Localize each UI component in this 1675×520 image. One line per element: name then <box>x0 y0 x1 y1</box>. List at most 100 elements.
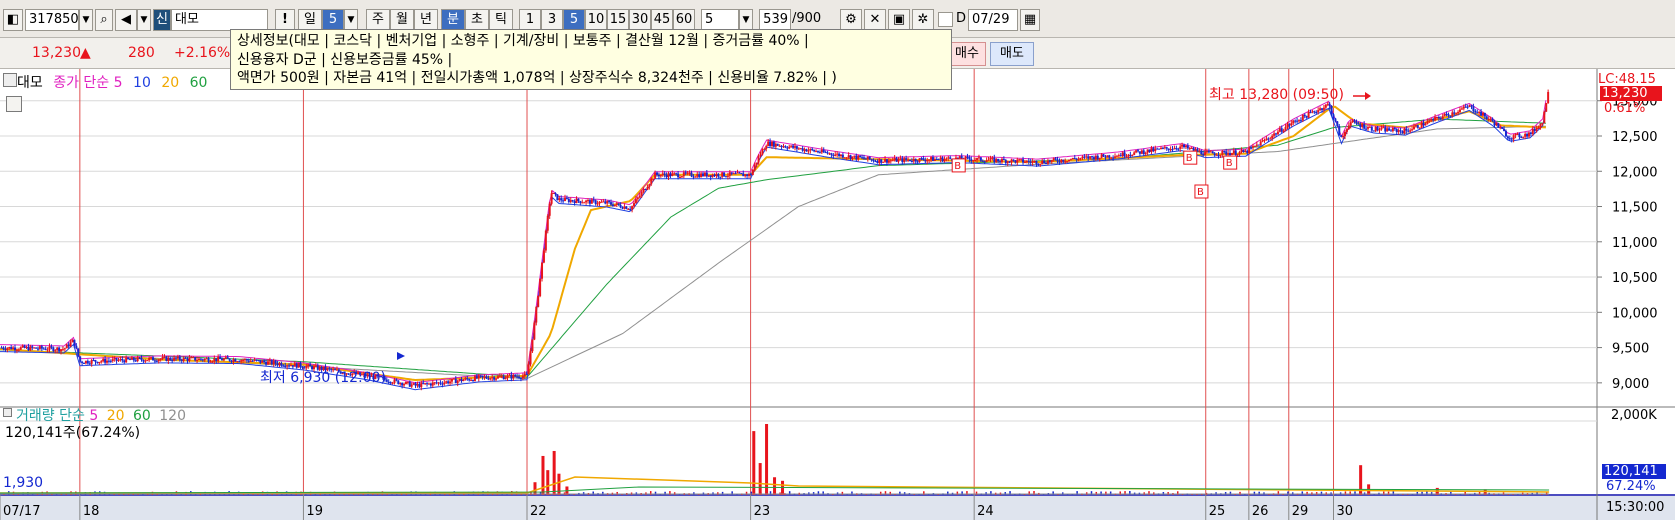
candle-body <box>573 201 576 204</box>
candle-body <box>1445 113 1448 115</box>
period-minute-button[interactable]: 분 <box>441 9 465 31</box>
candle-body <box>1060 159 1063 163</box>
info-alert-button[interactable]: ! <box>275 9 295 31</box>
volume-low-value: 1,930 <box>3 475 44 491</box>
candle-body <box>776 143 779 146</box>
candle-body <box>263 360 266 363</box>
candle-body <box>839 154 842 157</box>
candle-body <box>245 359 248 361</box>
candle-body <box>910 160 913 162</box>
candle-body <box>67 344 70 347</box>
minute-10-button[interactable]: 10 <box>585 9 607 31</box>
candle-body <box>746 174 749 176</box>
signal-label: B <box>1186 153 1193 164</box>
gear-icon[interactable]: ✲ <box>912 9 934 31</box>
candle-body <box>92 360 95 362</box>
candle-body <box>615 203 618 205</box>
stock-name-field[interactable]: 대모 <box>171 9 268 31</box>
candle-body <box>999 161 1002 163</box>
period-day-button[interactable]: 일 <box>298 9 322 31</box>
minute-30-button[interactable]: 30 <box>629 9 651 31</box>
candle-body <box>1527 132 1530 137</box>
candle-body <box>4 348 7 350</box>
candle-body <box>537 296 540 307</box>
count-input[interactable]: 539 <box>759 9 791 31</box>
candle-body <box>696 174 699 177</box>
candle-body <box>918 158 921 162</box>
candle-body <box>1457 111 1460 113</box>
tooltip-line-1: 상세정보(대모 | 코스닥 | 벤처기업 | 소형주 | 기계/장비 | 보통주… <box>237 33 809 49</box>
panel-menu-icon[interactable] <box>3 73 17 87</box>
save-icon[interactable]: ▣ <box>888 9 910 31</box>
period-second-button[interactable]: 초 <box>465 9 489 31</box>
candle-body <box>795 146 798 149</box>
period-day-count[interactable]: 5 <box>322 9 344 31</box>
candle-body <box>1004 159 1007 164</box>
date-checkbox[interactable] <box>938 12 953 27</box>
chart-type-icon[interactable]: ◧ <box>3 9 23 31</box>
candle-body <box>640 191 643 196</box>
interval-input[interactable]: 5 <box>701 9 739 31</box>
buy-button[interactable]: 매수 <box>948 42 986 66</box>
candle-body <box>441 383 444 385</box>
candle-body <box>680 176 683 178</box>
candle-body <box>587 200 590 202</box>
candle-body <box>1499 127 1502 129</box>
interval-dropdown-icon[interactable]: ▼ <box>739 9 753 31</box>
candle-body <box>1129 154 1132 156</box>
period-week-button[interactable]: 주 <box>366 9 390 31</box>
candle-body <box>1137 150 1140 152</box>
minute-45-button[interactable]: 45 <box>651 9 673 31</box>
candle-body <box>155 360 158 362</box>
minute-3-button[interactable]: 3 <box>541 9 563 31</box>
minute-15-button[interactable]: 15 <box>607 9 629 31</box>
candle-body <box>274 360 277 364</box>
candle-body <box>1526 133 1529 137</box>
stock-code-input[interactable]: 317850 <box>25 9 79 31</box>
crosshair-icon[interactable]: ✕ <box>864 9 886 31</box>
candle-body <box>638 195 641 198</box>
candle-body <box>516 376 519 378</box>
candle-body <box>1529 132 1532 134</box>
table-view-icon[interactable] <box>6 96 22 112</box>
candle-body <box>1144 152 1147 155</box>
period-year-button[interactable]: 년 <box>414 9 438 31</box>
speaker-dropdown-icon[interactable]: ▼ <box>137 9 151 31</box>
search-icon[interactable]: ⌕ <box>95 9 113 31</box>
volume-spike <box>752 431 756 495</box>
candle-body <box>1158 148 1161 150</box>
candle-body <box>1039 163 1042 165</box>
candle-body <box>94 360 97 362</box>
minute-1-button[interactable]: 1 <box>519 9 541 31</box>
candle-body <box>974 159 977 161</box>
candle-body <box>874 161 877 163</box>
candle-body <box>966 156 969 158</box>
code-dropdown-icon[interactable]: ▼ <box>79 9 93 31</box>
candle-body <box>861 157 864 159</box>
date-input[interactable]: 07/29 <box>968 9 1018 31</box>
period-month-button[interactable]: 월 <box>390 9 414 31</box>
minute-60-button[interactable]: 60 <box>673 9 695 31</box>
candle-body <box>96 361 99 364</box>
indicator-icon[interactable]: ⚙ <box>840 9 862 31</box>
candle-body <box>1236 154 1239 156</box>
period-tick-button[interactable]: 틱 <box>489 9 513 31</box>
candle-body <box>985 160 988 162</box>
period-dropdown-icon[interactable]: ▼ <box>344 9 358 31</box>
minute-5-button[interactable]: 5 <box>563 9 585 31</box>
candle-body <box>472 380 475 382</box>
candle-body <box>694 176 697 178</box>
candle-body <box>876 161 879 163</box>
candle-body <box>1374 126 1377 132</box>
calendar-icon[interactable]: ▦ <box>1020 9 1040 31</box>
time-label: 15:30:00 <box>1606 500 1665 515</box>
volume-panel-icon[interactable] <box>3 408 12 417</box>
candle-body <box>1437 117 1440 119</box>
candle-body <box>113 358 116 360</box>
candle-body <box>592 199 595 201</box>
candle-body <box>40 346 43 349</box>
candle-body <box>621 207 624 209</box>
chart-area[interactable]: BB BB 13,00012,50012,00011,50011,00010,50… <box>0 69 1675 520</box>
speaker-icon[interactable]: ◀ <box>115 9 137 31</box>
sell-button[interactable]: 매도 <box>990 42 1034 66</box>
